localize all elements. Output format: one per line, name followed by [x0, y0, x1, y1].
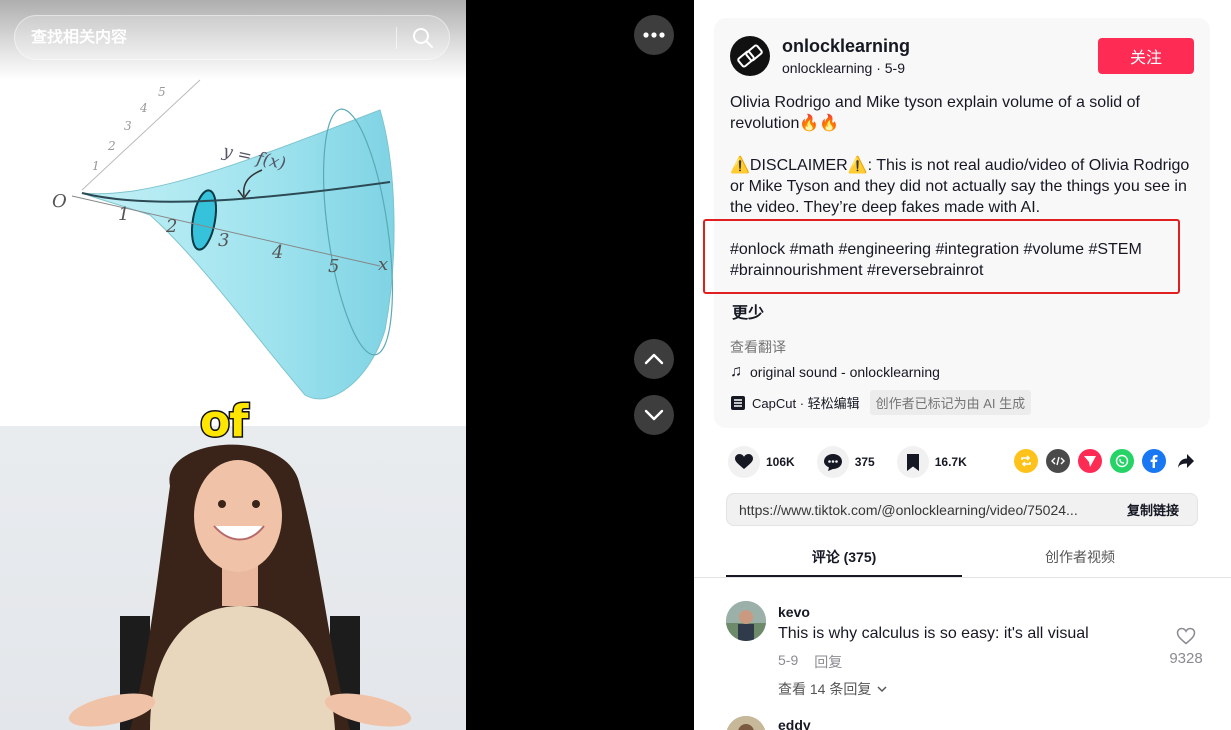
- like-button[interactable]: 106K: [728, 446, 795, 478]
- comment-username[interactable]: eddy: [778, 717, 811, 730]
- repost-icon[interactable]: [1014, 449, 1038, 473]
- chevron-down-icon: [644, 409, 664, 421]
- graph-tick-1: 1: [118, 204, 129, 225]
- graph-tick-5: 5: [328, 256, 339, 277]
- video-info-card: onlocklearning onlocklearning · 5-9 关注 O…: [703, 18, 1210, 428]
- graph-tick-4: 4: [271, 242, 283, 263]
- more-dots-icon: [643, 32, 665, 38]
- post-date: 5-9: [884, 60, 905, 76]
- tiktok-video-page: 1 2 3 4 5 O 1 2 3 4 5 x y = f(x) 查找相关内容 …: [0, 0, 1231, 730]
- author-avatar[interactable]: [730, 36, 770, 76]
- disclaimer-line: ⚠️DISCLAIMER⚠️: This is not real audio/v…: [730, 155, 1196, 218]
- flame-emoji: 🔥🔥: [799, 115, 840, 132]
- svg-text:1: 1: [92, 159, 100, 173]
- capcut-row: CapCut · 轻松编辑 创作者已标记为由 AI 生成: [730, 390, 1032, 415]
- music-note-icon: ♫: [730, 363, 742, 380]
- comment-avatar[interactable]: [726, 601, 766, 641]
- graph-tick-3: 3: [218, 230, 229, 251]
- video-presenter-frame: [0, 426, 466, 730]
- share-arrow-icon[interactable]: [1174, 449, 1198, 473]
- comment-avatar[interactable]: [726, 716, 766, 730]
- comment-date: 5-9: [778, 652, 799, 668]
- reply-button[interactable]: 回复: [814, 652, 842, 672]
- bookmark-icon: [896, 446, 929, 478]
- engagement-stats: 106K 375 16.7K: [728, 446, 989, 478]
- video-detail-panel: onlocklearning onlocklearning · 5-9 关注 O…: [694, 0, 1231, 730]
- video-nav-column: [466, 0, 694, 730]
- comment-count: 375: [854, 455, 875, 469]
- comment-button[interactable]: 375: [816, 446, 875, 478]
- comment-icon: [816, 446, 849, 478]
- view-replies-label: 查看 14 条回复: [778, 681, 872, 697]
- embed-icon[interactable]: [1046, 449, 1070, 473]
- comment-item: eddy: [726, 716, 1206, 730]
- copy-link-button[interactable]: 复制链接: [1117, 500, 1197, 519]
- tab-comments[interactable]: 评论 (375): [726, 537, 962, 577]
- save-button[interactable]: 16.7K: [896, 446, 967, 478]
- heart-outline-icon: [1176, 627, 1196, 645]
- see-translation-link[interactable]: 查看翻译: [730, 337, 786, 357]
- comment-like-button[interactable]: 9328: [1166, 627, 1206, 667]
- tab-creator-videos[interactable]: 创作者视频: [962, 537, 1198, 577]
- dot-separator: ·: [876, 60, 885, 76]
- comment-like-count: 9328: [1169, 650, 1203, 667]
- author-subline: onlocklearning · 5-9: [782, 60, 905, 76]
- comment-text: This is why calculus is so easy: it's al…: [778, 625, 1089, 642]
- search-input[interactable]: [15, 28, 396, 47]
- description-title: Olivia Rodrigo and Mike tyson explain vo…: [730, 94, 1140, 132]
- lock-logo-icon: [737, 44, 763, 68]
- warning-icon: ⚠️: [730, 157, 750, 174]
- svg-text:3: 3: [124, 119, 132, 133]
- video-link-text[interactable]: https://www.tiktok.com/@onlocklearning/v…: [727, 502, 1117, 518]
- video-description: Olivia Rodrigo and Mike tyson explain vo…: [730, 92, 1196, 239]
- search-overlay: [0, 0, 466, 80]
- more-options-button[interactable]: [634, 15, 674, 55]
- graph-tick-2: 2: [165, 216, 177, 237]
- comment-tabs: 评论 (375) 创作者视频: [726, 537, 1198, 577]
- disclaimer-label: DISCLAIMER: [749, 157, 848, 174]
- view-replies-button[interactable]: 查看 14 条回复: [778, 679, 887, 699]
- capcut-icon: [731, 395, 745, 410]
- follow-button[interactable]: 关注: [1098, 38, 1194, 74]
- chevron-up-icon: [644, 353, 664, 365]
- description-title-line: Olivia Rodrigo and Mike tyson explain vo…: [730, 92, 1196, 134]
- comment-item: kevo This is why calculus is so easy: it…: [726, 601, 1206, 701]
- chevron-down-icon: [877, 685, 887, 692]
- author-name[interactable]: onlocklearning: [782, 36, 910, 57]
- graph-origin-label: O: [52, 191, 67, 212]
- comment-username[interactable]: kevo: [778, 604, 810, 620]
- whatsapp-icon[interactable]: [1110, 449, 1134, 473]
- save-count: 16.7K: [934, 455, 967, 469]
- ai-generated-badge: 创作者已标记为由 AI 生成: [869, 390, 1032, 415]
- next-video-button[interactable]: [634, 395, 674, 435]
- tabs-divider: [694, 577, 1231, 578]
- like-count: 106K: [766, 455, 795, 469]
- svg-text:2: 2: [107, 139, 116, 153]
- svg-text:5: 5: [158, 85, 166, 99]
- search-bar[interactable]: [14, 15, 450, 60]
- video-caption: of: [198, 395, 249, 449]
- share-icons-row: [1014, 449, 1198, 473]
- presenter-illustration: [68, 444, 412, 730]
- send-to-friends-icon[interactable]: [1078, 449, 1102, 473]
- hashtag-list[interactable]: #onlock #math #engineering #integration …: [730, 239, 1196, 281]
- comment-meta: 5-9 回复: [778, 652, 842, 672]
- capcut-label[interactable]: CapCut · 轻松编辑: [752, 393, 860, 412]
- sound-name: original sound - onlocklearning: [750, 364, 940, 380]
- heart-icon: [728, 446, 760, 478]
- svg-text:4: 4: [139, 101, 148, 115]
- warning-icon: ⚠️: [847, 157, 868, 174]
- search-icon[interactable]: [397, 15, 449, 60]
- previous-video-button[interactable]: [634, 339, 674, 379]
- graph-x-label: x: [378, 254, 388, 275]
- video-player[interactable]: 1 2 3 4 5 O 1 2 3 4 5 x y = f(x) 查找相关内容 …: [0, 0, 466, 730]
- copy-link-bar: https://www.tiktok.com/@onlocklearning/v…: [726, 493, 1198, 526]
- show-less-button[interactable]: 更少: [732, 299, 764, 323]
- sound-link[interactable]: ♫ original sound - onlocklearning: [730, 363, 940, 381]
- facebook-icon[interactable]: [1142, 449, 1166, 473]
- author-handle[interactable]: onlocklearning: [782, 60, 872, 76]
